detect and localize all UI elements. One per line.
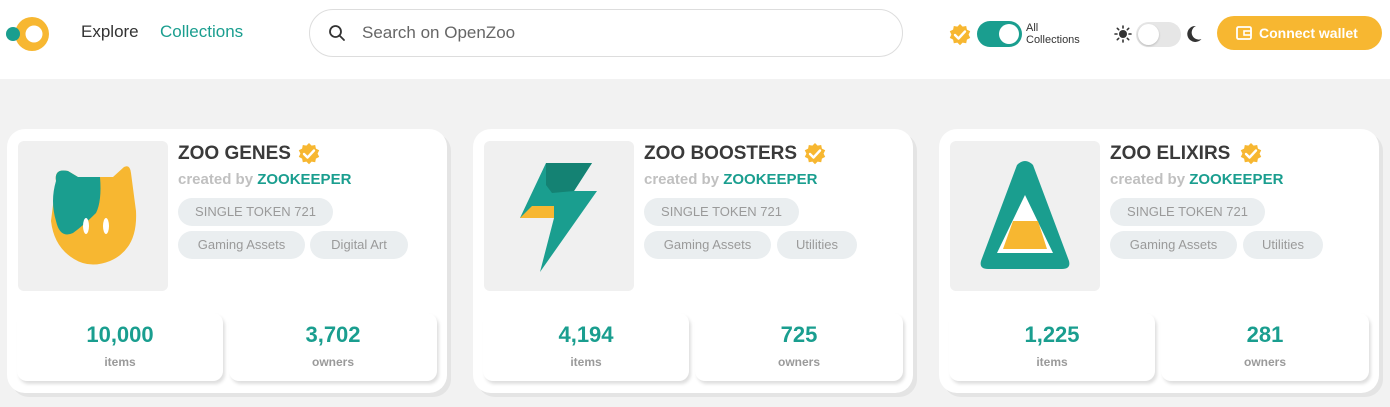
collection-name[interactable]: ZOO GENES bbox=[178, 143, 291, 165]
owners-label: owners bbox=[311, 355, 354, 369]
items-count: 1,225 bbox=[1024, 322, 1080, 347]
nav-explore-link[interactable]: Explore bbox=[81, 22, 139, 42]
category-tag[interactable]: Utilities bbox=[777, 231, 857, 259]
category-tag[interactable]: Digital Art bbox=[310, 231, 408, 259]
items-label: items bbox=[1036, 355, 1068, 369]
items-count: 10,000 bbox=[86, 322, 154, 347]
category-tag[interactable]: Gaming Assets bbox=[178, 231, 305, 259]
openzoo-logo-icon[interactable] bbox=[5, 15, 51, 53]
owners-stat: 3,702 owners bbox=[229, 313, 437, 381]
collection-card-zoo-genes[interactable]: ZOO GENES created by ZOOKEEPER SINGLE TO… bbox=[7, 129, 447, 393]
standard-tag[interactable]: SINGLE TOKEN 721 bbox=[178, 198, 333, 226]
connect-wallet-label: Connect wallet bbox=[1259, 25, 1358, 41]
owners-label: owners bbox=[777, 355, 820, 369]
creator-line: created by ZOOKEEPER bbox=[644, 171, 817, 188]
verified-badge-icon bbox=[804, 143, 826, 165]
top-navbar: Explore Collections All Collections bbox=[0, 0, 1390, 79]
verified-badge-icon[interactable] bbox=[948, 23, 972, 47]
cat-face-icon bbox=[51, 166, 137, 265]
owners-stat: 725 owners bbox=[695, 313, 903, 381]
standard-tag[interactable]: SINGLE TOKEN 721 bbox=[1110, 198, 1265, 226]
creator-link[interactable]: ZOOKEEPER bbox=[1189, 171, 1283, 188]
creator-line: created by ZOOKEEPER bbox=[178, 171, 351, 188]
elixir-flask-icon bbox=[980, 161, 1070, 269]
moon-icon bbox=[1187, 25, 1202, 42]
theme-toggle[interactable] bbox=[1136, 22, 1181, 47]
verified-badge-icon bbox=[1240, 143, 1262, 165]
items-stat: 4,194 items bbox=[483, 313, 689, 381]
category-tag[interactable]: Gaming Assets bbox=[644, 231, 771, 259]
collection-thumbnail[interactable] bbox=[950, 141, 1100, 291]
created-by-label: created by bbox=[644, 171, 720, 188]
owners-label: owners bbox=[1243, 355, 1286, 369]
owners-count: 281 bbox=[1246, 322, 1284, 347]
created-by-label: created by bbox=[178, 171, 254, 188]
connect-wallet-button[interactable]: Connect wallet bbox=[1217, 16, 1382, 50]
search-input[interactable] bbox=[362, 20, 882, 46]
owners-count: 725 bbox=[780, 322, 818, 347]
search-bar[interactable] bbox=[309, 9, 903, 57]
collection-thumbnail[interactable] bbox=[18, 141, 168, 291]
items-label: items bbox=[104, 355, 136, 369]
collection-name[interactable]: ZOO ELIXIRS bbox=[1110, 143, 1230, 165]
all-collections-toggle[interactable] bbox=[977, 21, 1022, 47]
items-count: 4,194 bbox=[558, 322, 614, 347]
toggle-knob bbox=[1138, 24, 1159, 45]
owners-stat: 281 owners bbox=[1161, 313, 1369, 381]
category-tag[interactable]: Utilities bbox=[1243, 231, 1323, 259]
created-by-label: created by bbox=[1110, 171, 1186, 188]
category-tag[interactable]: Gaming Assets bbox=[1110, 231, 1237, 259]
search-icon bbox=[329, 25, 345, 41]
lightning-bolt-icon bbox=[520, 163, 597, 272]
collection-thumbnail[interactable] bbox=[484, 141, 634, 291]
collection-card-zoo-elixirs[interactable]: ZOO ELIXIRS created by ZOOKEEPER SINGLE … bbox=[939, 129, 1379, 393]
sun-icon bbox=[1114, 25, 1132, 43]
collection-card-zoo-boosters[interactable]: ZOO BOOSTERS created by ZOOKEEPER SINGLE… bbox=[473, 129, 913, 393]
wallet-icon bbox=[1236, 26, 1252, 40]
items-stat: 10,000 items bbox=[17, 313, 223, 381]
items-label: items bbox=[570, 355, 602, 369]
collection-name[interactable]: ZOO BOOSTERS bbox=[644, 143, 797, 165]
standard-tag[interactable]: SINGLE TOKEN 721 bbox=[644, 198, 799, 226]
creator-link[interactable]: ZOOKEEPER bbox=[723, 171, 817, 188]
all-collections-label: All Collections bbox=[1026, 22, 1080, 46]
verified-badge-icon bbox=[298, 143, 320, 165]
owners-count: 3,702 bbox=[305, 322, 361, 347]
creator-link[interactable]: ZOOKEEPER bbox=[257, 171, 351, 188]
creator-line: created by ZOOKEEPER bbox=[1110, 171, 1283, 188]
items-stat: 1,225 items bbox=[949, 313, 1155, 381]
nav-collections-link[interactable]: Collections bbox=[160, 22, 243, 42]
toggle-knob bbox=[999, 24, 1019, 44]
